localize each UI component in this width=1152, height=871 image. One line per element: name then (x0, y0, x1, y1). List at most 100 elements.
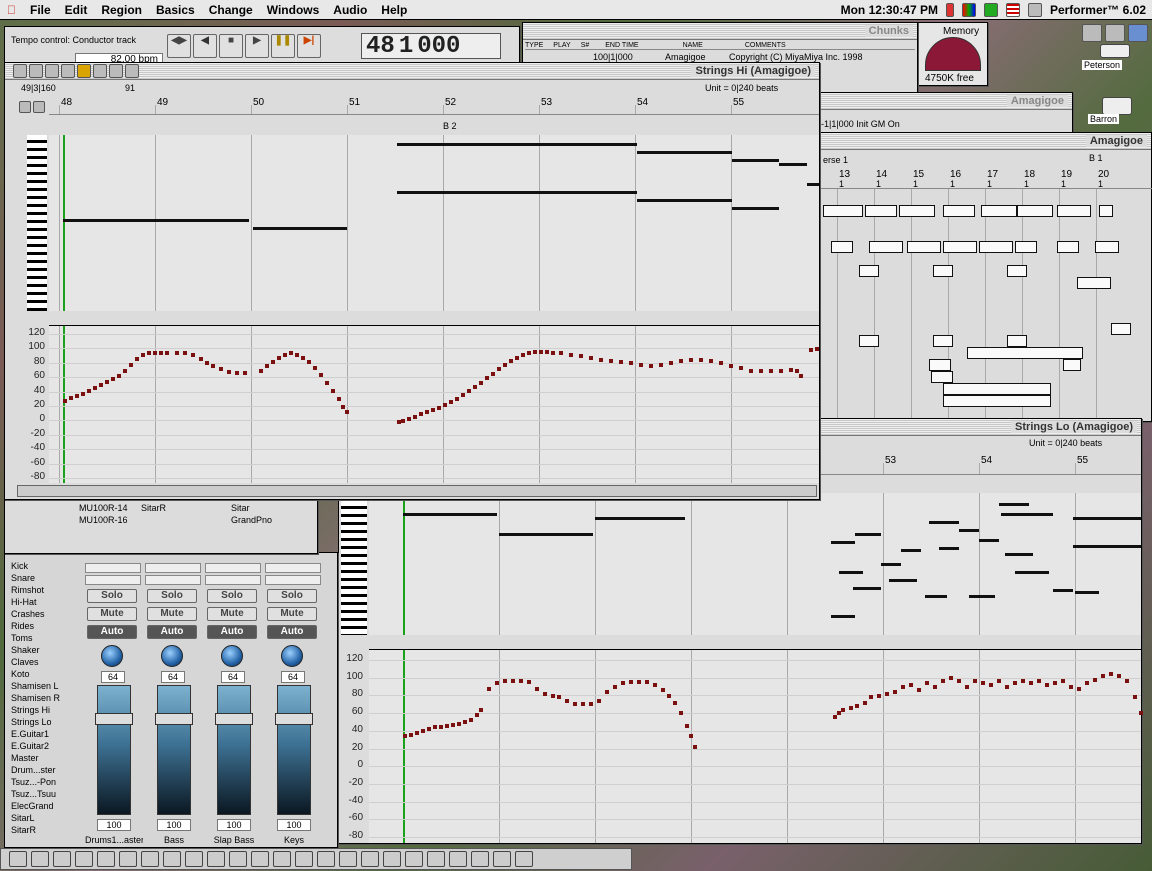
auto-button[interactable]: Auto (87, 625, 137, 639)
track-list-item[interactable]: Koto (11, 669, 30, 679)
pan-knob[interactable] (161, 645, 183, 667)
strip-icon[interactable] (53, 851, 71, 867)
menubar-clock[interactable]: Mon 12:30:47 PM (841, 3, 938, 17)
channel-select[interactable] (205, 575, 261, 585)
record-button[interactable]: ▶| (297, 34, 321, 58)
pan-knob[interactable] (281, 645, 303, 667)
strip-icon[interactable] (471, 851, 489, 867)
menu-help[interactable]: Help (374, 3, 414, 17)
position-readout[interactable]: 49|3|160 (21, 83, 56, 93)
rewind-icon[interactable]: ◀ (193, 34, 217, 58)
mute-button[interactable]: Mute (147, 607, 197, 621)
drive-icon[interactable] (1100, 44, 1130, 58)
rewind-button[interactable]: ◀▶ (167, 34, 191, 58)
channel-select[interactable] (145, 563, 201, 573)
strip-icon[interactable] (405, 851, 423, 867)
zoom-in-icon[interactable] (33, 101, 45, 113)
strip-icon[interactable] (273, 851, 291, 867)
mute-button[interactable]: Mute (207, 607, 257, 621)
note-area[interactable] (369, 493, 1141, 635)
horizontal-scrollbar[interactable] (17, 485, 817, 497)
channel-select[interactable] (205, 563, 261, 573)
strip-icon[interactable] (251, 851, 269, 867)
disk-icon[interactable] (1128, 24, 1148, 42)
strip-icon[interactable] (163, 851, 181, 867)
menu-basics[interactable]: Basics (149, 3, 202, 17)
channel-select[interactable] (265, 563, 321, 573)
channel-select[interactable] (85, 575, 141, 585)
auto-button[interactable]: Auto (147, 625, 197, 639)
line-tool-icon[interactable] (45, 64, 59, 78)
track-overview-area[interactable] (819, 189, 1152, 421)
speaker-icon[interactable] (77, 64, 91, 78)
stop-button[interactable]: ■ (219, 34, 243, 58)
track-list-item[interactable]: SitarL (11, 813, 35, 823)
track-list-item[interactable]: Toms (11, 633, 33, 643)
strip-icon[interactable] (75, 851, 93, 867)
solo-button[interactable]: Solo (207, 589, 257, 603)
track-list-item[interactable]: ElecGrand (11, 801, 54, 811)
auto-button[interactable]: Auto (207, 625, 257, 639)
pan-knob[interactable] (221, 645, 243, 667)
app-icon[interactable] (1027, 3, 1042, 17)
strip-icon[interactable] (493, 851, 511, 867)
track-list-item[interactable]: Hi-Hat (11, 597, 37, 607)
desktop-label-peterson[interactable]: Peterson (1082, 60, 1123, 70)
strip-icon[interactable] (97, 851, 115, 867)
pointer-tool-icon[interactable] (13, 64, 27, 78)
strip-icon[interactable] (229, 851, 247, 867)
pause-button[interactable]: ❚❚ (271, 34, 295, 58)
fader-handle[interactable] (275, 713, 313, 725)
volume-fader[interactable] (157, 685, 191, 815)
mute-button[interactable]: Mute (87, 607, 137, 621)
track-list-item[interactable]: Crashes (11, 609, 45, 619)
strip-icon[interactable] (361, 851, 379, 867)
battery-icon[interactable] (945, 3, 954, 17)
strip-icon[interactable] (9, 851, 27, 867)
track-list-item[interactable]: Drum...ster (11, 765, 56, 775)
info-icon[interactable] (93, 64, 107, 78)
strip-icon[interactable] (185, 851, 203, 867)
flag-icon[interactable] (1005, 3, 1020, 17)
menu-edit[interactable]: Edit (58, 3, 95, 17)
menu-audio[interactable]: Audio (326, 3, 374, 17)
menu-change[interactable]: Change (202, 3, 260, 17)
app-name[interactable]: Performer™ 6.02 (1050, 3, 1146, 17)
strip-icon[interactable] (317, 851, 335, 867)
track-list-item[interactable]: Master (11, 753, 39, 763)
strip-icon[interactable] (119, 851, 137, 867)
channel-select[interactable] (145, 575, 201, 585)
track-list-item[interactable]: SitarR (11, 825, 36, 835)
strip-icon[interactable] (31, 851, 49, 867)
strip-icon[interactable] (339, 851, 357, 867)
network-icon[interactable] (1105, 24, 1125, 42)
track-list-item[interactable]: Kick (11, 561, 28, 571)
channel-select[interactable] (85, 563, 141, 573)
pan-knob[interactable] (101, 645, 123, 667)
desktop-label-barron[interactable]: Barron (1088, 114, 1120, 124)
auto-button[interactable]: Auto (267, 625, 317, 639)
track-list-item[interactable]: Strings Hi (11, 705, 50, 715)
solo-button[interactable]: Solo (267, 589, 317, 603)
menu-region[interactable]: Region (94, 3, 149, 17)
strip-icon[interactable] (207, 851, 225, 867)
track-list-item[interactable]: Tsuz...-Pon (11, 777, 56, 787)
finder-icon[interactable] (1082, 24, 1102, 42)
track-list-item[interactable]: E.Guitar2 (11, 741, 49, 751)
track-list-item[interactable]: Shaker (11, 645, 40, 655)
fader-handle[interactable] (215, 713, 253, 725)
strip-icon[interactable] (515, 851, 533, 867)
strip-icon[interactable] (295, 851, 313, 867)
volume-fader[interactable] (217, 685, 251, 815)
channel-select[interactable] (265, 575, 321, 585)
mute-button[interactable]: Mute (267, 607, 317, 621)
track-list-item[interactable]: Rimshot (11, 585, 44, 595)
event-row[interactable]: -1|1|000 Init GM On (821, 119, 900, 129)
solo-button[interactable]: Solo (147, 589, 197, 603)
color-picker-icon[interactable] (961, 3, 976, 17)
play-button[interactable]: ▶ (245, 34, 269, 58)
marker-b2[interactable]: B 2 (443, 121, 457, 131)
volume-fader[interactable] (97, 685, 131, 815)
snap-icon[interactable] (125, 64, 139, 78)
track-list-item[interactable]: Rides (11, 621, 34, 631)
